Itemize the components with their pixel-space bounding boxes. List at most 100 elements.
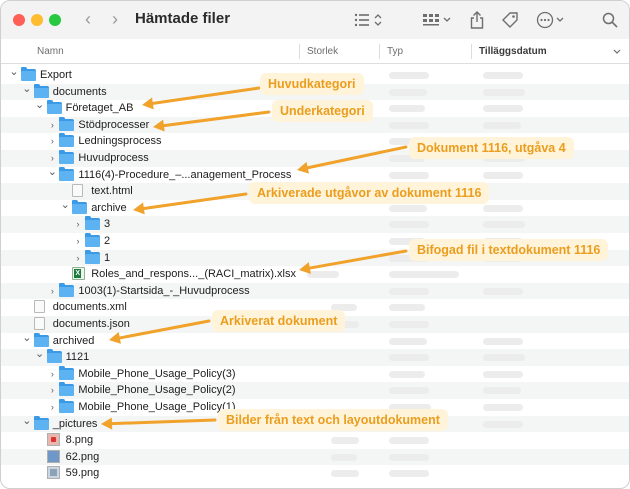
- share-button[interactable]: [467, 9, 487, 31]
- file-name: Huvudprocess: [78, 152, 149, 164]
- obscured-metadata: [389, 387, 429, 395]
- close-window-button[interactable]: [13, 14, 25, 26]
- chevron-down-icon[interactable]: ⌄: [35, 98, 45, 112]
- chevron-right-icon[interactable]: ›: [47, 134, 57, 148]
- obscured-metadata: [389, 121, 429, 129]
- list-item[interactable]: ⌄ archived: [1, 331, 629, 350]
- file-name: documents: [52, 85, 107, 98]
- excel-file-icon: [72, 267, 86, 281]
- obscured-metadata: [307, 271, 339, 279]
- file-name: archive: [91, 201, 127, 214]
- callout-dokument-1116: Dokument 1116, utgåva 4: [409, 137, 574, 159]
- column-separator[interactable]: [471, 44, 472, 59]
- folder-icon: [59, 365, 75, 380]
- list-item[interactable]: › Mobile_Phone_Usage_Policy(2): [1, 382, 629, 399]
- folder-icon: [85, 233, 100, 247]
- tag-button[interactable]: [499, 9, 521, 31]
- obscured-metadata: [331, 437, 359, 445]
- file-name: _pictures: [52, 417, 98, 430]
- column-date-added[interactable]: Tilläggsdatum: [479, 46, 547, 57]
- list-item[interactable]: 59.png: [1, 465, 629, 482]
- obscured-metadata: [389, 304, 425, 312]
- folder-icon: [72, 199, 88, 214]
- file-name: Export: [40, 69, 72, 81]
- zoom-window-button[interactable]: [49, 14, 61, 26]
- list-item[interactable]: › 1003(1)-Startsida_-_Huvudprocess: [1, 282, 629, 300]
- chevron-down-icon[interactable]: ⌄: [22, 414, 32, 428]
- callout-huvudkategori: Huvudkategori: [260, 73, 364, 95]
- window-title: Hämtade filer: [135, 10, 231, 27]
- folder-icon: [59, 116, 75, 131]
- column-separator[interactable]: [299, 44, 300, 59]
- minimize-window-button[interactable]: [31, 14, 43, 26]
- list-item[interactable]: 62.png: [1, 448, 629, 466]
- callout-bifogad-fil: Bifogad fil i textdokument 1116: [409, 239, 609, 261]
- file-name: 1003(1)-Startsida_-_Huvudprocess: [78, 284, 250, 297]
- callout-arkiverade-utgavor: Arkiverade utgåvor av dokument 1116: [249, 182, 490, 204]
- more-button[interactable]: [535, 9, 567, 31]
- obscured-metadata: [389, 221, 429, 229]
- image-file-icon: [46, 449, 60, 463]
- folder-icon: [59, 133, 75, 148]
- chevron-down-icon[interactable]: ⌄: [35, 347, 45, 361]
- file-name: 1: [104, 251, 111, 264]
- search-button[interactable]: [599, 9, 621, 31]
- list-view-button[interactable]: [353, 9, 385, 31]
- chevron-right-icon[interactable]: ›: [47, 383, 57, 397]
- file-name: archived: [52, 334, 95, 347]
- chevron-right-icon[interactable]: ›: [47, 118, 57, 132]
- obscured-metadata: [483, 88, 525, 96]
- obscured-metadata: [483, 121, 521, 129]
- obscured-metadata: [389, 470, 429, 478]
- column-name[interactable]: Namn: [37, 46, 64, 57]
- obscured-metadata: [483, 404, 523, 411]
- chevron-right-icon[interactable]: ›: [47, 400, 57, 414]
- column-kind[interactable]: Typ: [387, 46, 403, 57]
- file-name: 8.png: [65, 434, 94, 447]
- list-item[interactable]: ⌄ 1116(4)-Procedure_–...anagement_Process: [1, 165, 629, 184]
- chevron-right-icon[interactable]: ›: [73, 251, 83, 265]
- obscured-metadata: [389, 105, 425, 113]
- list-item[interactable]: 8.png: [1, 432, 629, 449]
- document-icon: [72, 184, 84, 198]
- obscured-metadata: [483, 221, 525, 229]
- chevron-down-icon[interactable]: ⌄: [22, 331, 32, 345]
- callout-bilder: Bilder från text och layoutdokument: [218, 409, 448, 431]
- chevron-down-icon[interactable]: ⌄: [60, 198, 70, 212]
- folder-icon: [46, 349, 62, 364]
- file-name: 59.png: [65, 467, 100, 480]
- toolbar: ‹ › Hämtade filer: [1, 1, 629, 39]
- file-name: Mobile_Phone_Usage_Policy(2): [78, 384, 236, 397]
- obscured-metadata: [483, 204, 523, 212]
- chevron-right-icon[interactable]: ›: [73, 234, 83, 248]
- obscured-metadata: [483, 354, 525, 362]
- file-name: documents.xml: [52, 301, 127, 314]
- chevron-down-icon[interactable]: ⌄: [47, 165, 57, 179]
- chevron-right-icon[interactable]: ›: [106, 10, 124, 30]
- obscured-metadata: [331, 470, 359, 478]
- folder-icon: [59, 399, 75, 413]
- group-button[interactable]: [421, 9, 453, 31]
- image-file-icon: [46, 433, 60, 447]
- file-name: Mobile_Phone_Usage_Policy(3): [78, 367, 236, 380]
- chevron-down-icon[interactable]: ⌄: [22, 82, 32, 96]
- chevron-right-icon[interactable]: ›: [73, 217, 83, 231]
- obscured-metadata: [483, 420, 523, 428]
- column-size[interactable]: Storlek: [307, 46, 338, 57]
- chevron-right-icon[interactable]: ›: [47, 367, 57, 381]
- obscured-metadata: [389, 204, 427, 212]
- list-item[interactable]: Roles_and_respons..._(RACI_matrix).xlsx: [1, 266, 629, 283]
- column-separator[interactable]: [379, 44, 380, 59]
- file-name: Stödprocesser: [78, 118, 150, 131]
- file-name: 2: [104, 235, 111, 247]
- file-name: 1116(4)-Procedure_–...anagement_Process: [78, 168, 292, 181]
- file-name: Ledningsprocess: [78, 135, 162, 148]
- chevron-down-icon[interactable]: ⌄: [9, 65, 19, 79]
- chevron-right-icon[interactable]: ›: [47, 284, 57, 298]
- file-name: documents.json: [52, 318, 130, 330]
- list-item[interactable]: ⌄ 1121: [1, 347, 629, 366]
- list-item[interactable]: › Mobile_Phone_Usage_Policy(3): [1, 365, 629, 383]
- chevron-right-icon[interactable]: ›: [47, 151, 57, 165]
- chevron-left-icon[interactable]: ‹: [79, 10, 97, 30]
- list-item[interactable]: › 3: [1, 216, 629, 233]
